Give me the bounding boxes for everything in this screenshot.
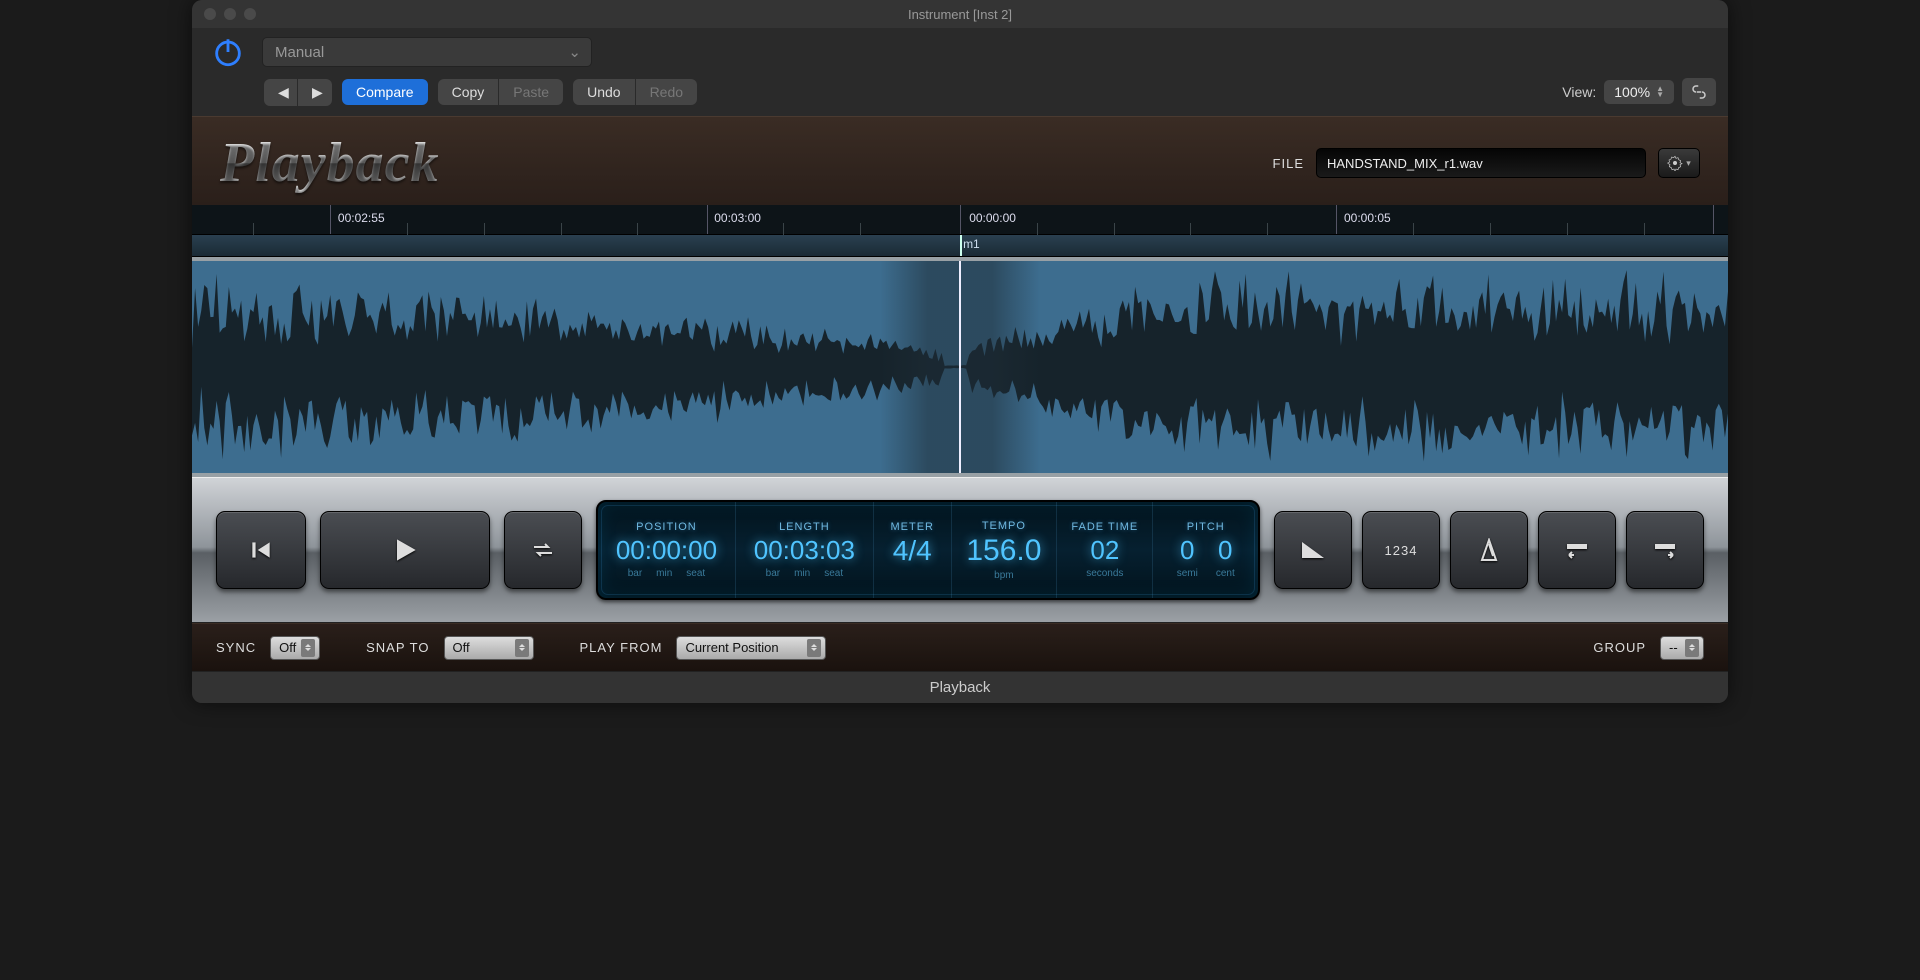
view-label: View: <box>1562 84 1596 100</box>
lcd-position[interactable]: POSITION 00:00:00 barminseat <box>598 502 736 598</box>
play-to-end-button[interactable] <box>1626 511 1704 589</box>
count-in-icon: 1234 <box>1385 543 1418 558</box>
lcd-fade-time[interactable]: FADE TIME 02 seconds <box>1057 502 1153 598</box>
status-text: Playback <box>930 679 991 696</box>
return-to-start-button[interactable] <box>1538 511 1616 589</box>
redo-button[interactable]: Redo <box>636 79 697 105</box>
window-title: Instrument [Inst 2] <box>908 7 1012 22</box>
fade-out-button[interactable] <box>1274 511 1352 589</box>
lcd-tempo[interactable]: TEMPO 156.0 bpm <box>952 502 1058 598</box>
sync-label: SYNC <box>216 640 256 655</box>
preset-select[interactable]: Manual ⌄ <box>262 37 592 67</box>
ruler-time: 00:00:00 <box>969 211 1016 225</box>
plugin-header: Playback FILE HANDSTAND_MIX_r1.wav ▾ <box>192 116 1728 205</box>
plugin-body: Playback FILE HANDSTAND_MIX_r1.wav ▾ 00:… <box>192 116 1728 671</box>
group-label: GROUP <box>1593 640 1646 655</box>
next-button[interactable]: ▶ <box>298 79 332 106</box>
status-bar: Playback <box>192 671 1728 703</box>
toolbar-row-2: ◀ ▶ Compare Copy Paste Undo Redo View: 1… <box>192 76 1728 116</box>
plugin-window: Instrument [Inst 2] Manual ⌄ ◀ ▶ Compare… <box>192 0 1728 703</box>
measure-label: m1 <box>963 237 980 251</box>
zoom-select[interactable]: 100% ▲▼ <box>1604 80 1674 104</box>
group-select[interactable]: -- <box>1660 636 1704 660</box>
sidechain-link-button[interactable] <box>1682 78 1716 106</box>
file-label: FILE <box>1273 156 1304 171</box>
action-menu-button[interactable]: ▾ <box>1658 148 1700 178</box>
file-name: HANDSTAND_MIX_r1.wav <box>1327 156 1483 171</box>
copy-button[interactable]: Copy <box>438 79 500 105</box>
file-field[interactable]: HANDSTAND_MIX_r1.wav <box>1316 148 1646 178</box>
timeline-ruler[interactable]: 00:02:55 00:03:00 00:00:00 00:00:05 m1 <box>192 205 1728 257</box>
metronome-button[interactable] <box>1450 511 1528 589</box>
count-in-button[interactable]: 1234 <box>1362 511 1440 589</box>
snap-select[interactable]: Off <box>444 636 534 660</box>
lcd-pitch[interactable]: PITCH 0semi 0cent <box>1153 502 1258 598</box>
snap-label: SNAP TO <box>366 640 429 655</box>
compare-button[interactable]: Compare <box>342 79 428 105</box>
ruler-time: 00:02:55 <box>338 211 385 225</box>
sync-select[interactable]: Off <box>270 636 320 660</box>
chevron-down-icon: ⌄ <box>568 43 581 61</box>
zoom-value: 100% <box>1614 84 1650 100</box>
footer-options: SYNC Off SNAP TO Off PLAY FROM Current P… <box>192 623 1728 671</box>
playfrom-label: PLAY FROM <box>580 640 663 655</box>
power-button[interactable] <box>204 28 252 76</box>
playhead-handle-top[interactable] <box>895 257 1025 259</box>
toolbar-row-1: Manual ⌄ <box>192 28 1728 76</box>
transport-panel: POSITION 00:00:00 barminseat LENGTH 00:0… <box>192 477 1728 623</box>
lcd-display: POSITION 00:00:00 barminseat LENGTH 00:0… <box>596 500 1260 600</box>
ruler-time: 00:00:05 <box>1344 211 1391 225</box>
lcd-length[interactable]: LENGTH 00:03:03 barminseat <box>736 502 874 598</box>
cycle-button[interactable] <box>504 511 582 589</box>
window-traffic-lights[interactable] <box>204 8 256 20</box>
stepper-icon: ▲▼ <box>1656 86 1664 98</box>
preset-value: Manual <box>275 44 324 61</box>
play-button[interactable] <box>320 511 490 589</box>
undo-button[interactable]: Undo <box>573 79 635 105</box>
prev-button[interactable]: ◀ <box>264 79 298 106</box>
go-to-start-button[interactable] <box>216 511 306 589</box>
lcd-meter[interactable]: METER 4/4 <box>874 502 952 598</box>
playhead-handle-bottom[interactable] <box>895 475 1025 477</box>
playfrom-select[interactable]: Current Position <box>676 636 826 660</box>
paste-button[interactable]: Paste <box>499 79 563 105</box>
waveform-display[interactable] <box>192 257 1728 477</box>
nav-segment: ◀ ▶ <box>264 79 332 106</box>
titlebar[interactable]: Instrument [Inst 2] <box>192 0 1728 28</box>
ruler-time: 00:03:00 <box>714 211 761 225</box>
plugin-logo: Playback <box>220 131 439 195</box>
chevron-down-icon: ▾ <box>1686 158 1691 169</box>
